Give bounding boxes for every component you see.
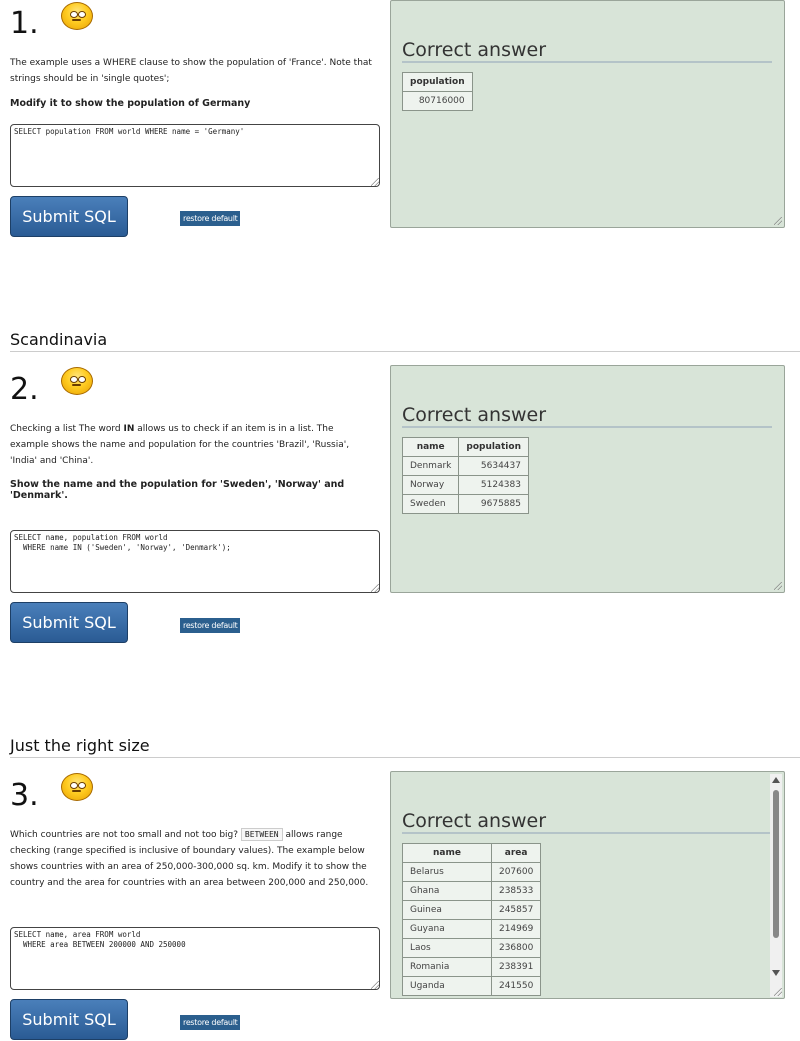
column-header: population xyxy=(458,437,529,457)
column-header: name xyxy=(401,437,460,457)
keyword: IN xyxy=(123,424,135,434)
resize-grip-icon[interactable] xyxy=(371,981,379,989)
answer-title: Correct answer xyxy=(402,810,772,834)
table-cell: Laos xyxy=(402,938,492,958)
scroll-up-arrow-icon[interactable] xyxy=(772,777,780,783)
scrollbar-thumb[interactable] xyxy=(773,790,779,938)
submit-sql-button[interactable]: Submit SQL xyxy=(10,602,128,643)
table-row: Sweden 9675885 xyxy=(401,494,529,514)
column-header: population xyxy=(402,72,473,92)
table-row: Belarus 207600 xyxy=(402,862,542,882)
table-cell: 238391 xyxy=(490,957,542,977)
result-table: population 80716000 xyxy=(402,72,473,111)
result-table: name area Belarus 207600 Ghana 238533 Guine… xyxy=(402,843,542,996)
table-cell: 5634437 xyxy=(458,456,529,476)
table-row: Uganda 241550 xyxy=(402,976,542,996)
table-row: Guinea 245857 xyxy=(402,900,542,920)
table-cell: Belarus xyxy=(402,862,492,882)
result-table: name population Denmark 5634437 Norway 5124… xyxy=(401,437,529,514)
resize-grip-icon[interactable] xyxy=(774,582,782,590)
table-cell: 207600 xyxy=(490,862,542,882)
answer-panel: Correct answer name population Denmark 563… xyxy=(390,365,785,593)
keyword: BETWEEN xyxy=(240,828,283,841)
table-cell: 241550 xyxy=(490,976,542,996)
smiley-icon xyxy=(61,773,93,801)
column-header: area xyxy=(490,843,542,863)
submit-sql-button[interactable]: Submit SQL xyxy=(10,999,128,1040)
description-text: Which countries are not too small and no… xyxy=(10,830,241,840)
table-cell: 236800 xyxy=(490,938,542,958)
sql-editor[interactable]: SELECT name, population FROM world WHERE… xyxy=(10,530,380,593)
table-cell: Guyana xyxy=(402,919,492,939)
smiley-icon xyxy=(61,2,93,30)
table-cell: 245857 xyxy=(490,900,542,920)
column-header: name xyxy=(402,843,492,863)
table-row: Laos 236800 xyxy=(402,938,542,958)
smiley-icon xyxy=(61,367,93,395)
table-cell: 80716000 xyxy=(402,91,473,111)
table-cell: Uganda xyxy=(402,976,492,996)
table-cell: 214969 xyxy=(490,919,542,939)
table-row: Ghana 238533 xyxy=(402,881,542,901)
question-description: Checking a list The word IN allows us to… xyxy=(10,421,375,469)
table-cell: 9675885 xyxy=(458,494,529,514)
resize-grip-icon[interactable] xyxy=(774,217,782,225)
resize-grip-icon[interactable] xyxy=(371,178,379,186)
question-task: Modify it to show the population of Germ… xyxy=(10,98,251,109)
section-heading: Just the right size xyxy=(10,735,800,758)
answer-panel: Correct answer population 80716000 xyxy=(390,0,785,228)
scroll-down-arrow-icon[interactable] xyxy=(772,970,780,976)
sql-editor[interactable]: SELECT population FROM world WHERE name … xyxy=(10,124,380,187)
table-row: 80716000 xyxy=(402,91,473,111)
sql-editor[interactable]: SELECT name, area FROM world WHERE area … xyxy=(10,927,380,990)
table-cell: Denmark xyxy=(401,456,460,476)
question-task: Show the name and the population for 'Sw… xyxy=(10,479,345,501)
table-cell: 5124383 xyxy=(458,475,529,495)
resize-grip-icon[interactable] xyxy=(371,584,379,592)
answer-title: Correct answer xyxy=(402,404,772,428)
answer-panel[interactable]: Correct answer name area Belarus 207600 Gh… xyxy=(390,771,785,999)
question-number: 2. xyxy=(10,372,39,407)
restore-default-button[interactable]: restore default xyxy=(180,211,241,226)
restore-default-button[interactable]: restore default xyxy=(180,618,241,633)
table-row: Romania 238391 xyxy=(402,957,542,977)
table-cell: Ghana xyxy=(402,881,492,901)
table-cell: Romania xyxy=(402,957,492,977)
table-row: Denmark 5634437 xyxy=(401,456,529,476)
table-row: Norway 5124383 xyxy=(401,475,529,495)
description-text: Checking a list The word xyxy=(10,424,124,434)
table-cell: Norway xyxy=(401,475,460,495)
section-heading: Scandinavia xyxy=(10,329,800,352)
vertical-scrollbar[interactable] xyxy=(770,774,782,997)
table-cell: 238533 xyxy=(490,881,542,901)
question-number: 3. xyxy=(10,778,39,813)
submit-sql-button[interactable]: Submit SQL xyxy=(10,196,128,237)
question-number: 1. xyxy=(10,6,39,41)
table-row: Guyana 214969 xyxy=(402,919,542,939)
table-cell: Sweden xyxy=(401,494,460,514)
answer-title: Correct answer xyxy=(402,39,772,63)
table-cell: Guinea xyxy=(402,900,492,920)
question-description: Which countries are not too small and no… xyxy=(10,827,375,891)
restore-default-button[interactable]: restore default xyxy=(180,1015,241,1030)
question-description: The example uses a WHERE clause to show … xyxy=(10,58,372,84)
result-scroll-area[interactable]: name area Belarus 207600 Ghana 238533 Guine… xyxy=(391,843,771,996)
resize-grip-icon[interactable] xyxy=(774,988,782,996)
